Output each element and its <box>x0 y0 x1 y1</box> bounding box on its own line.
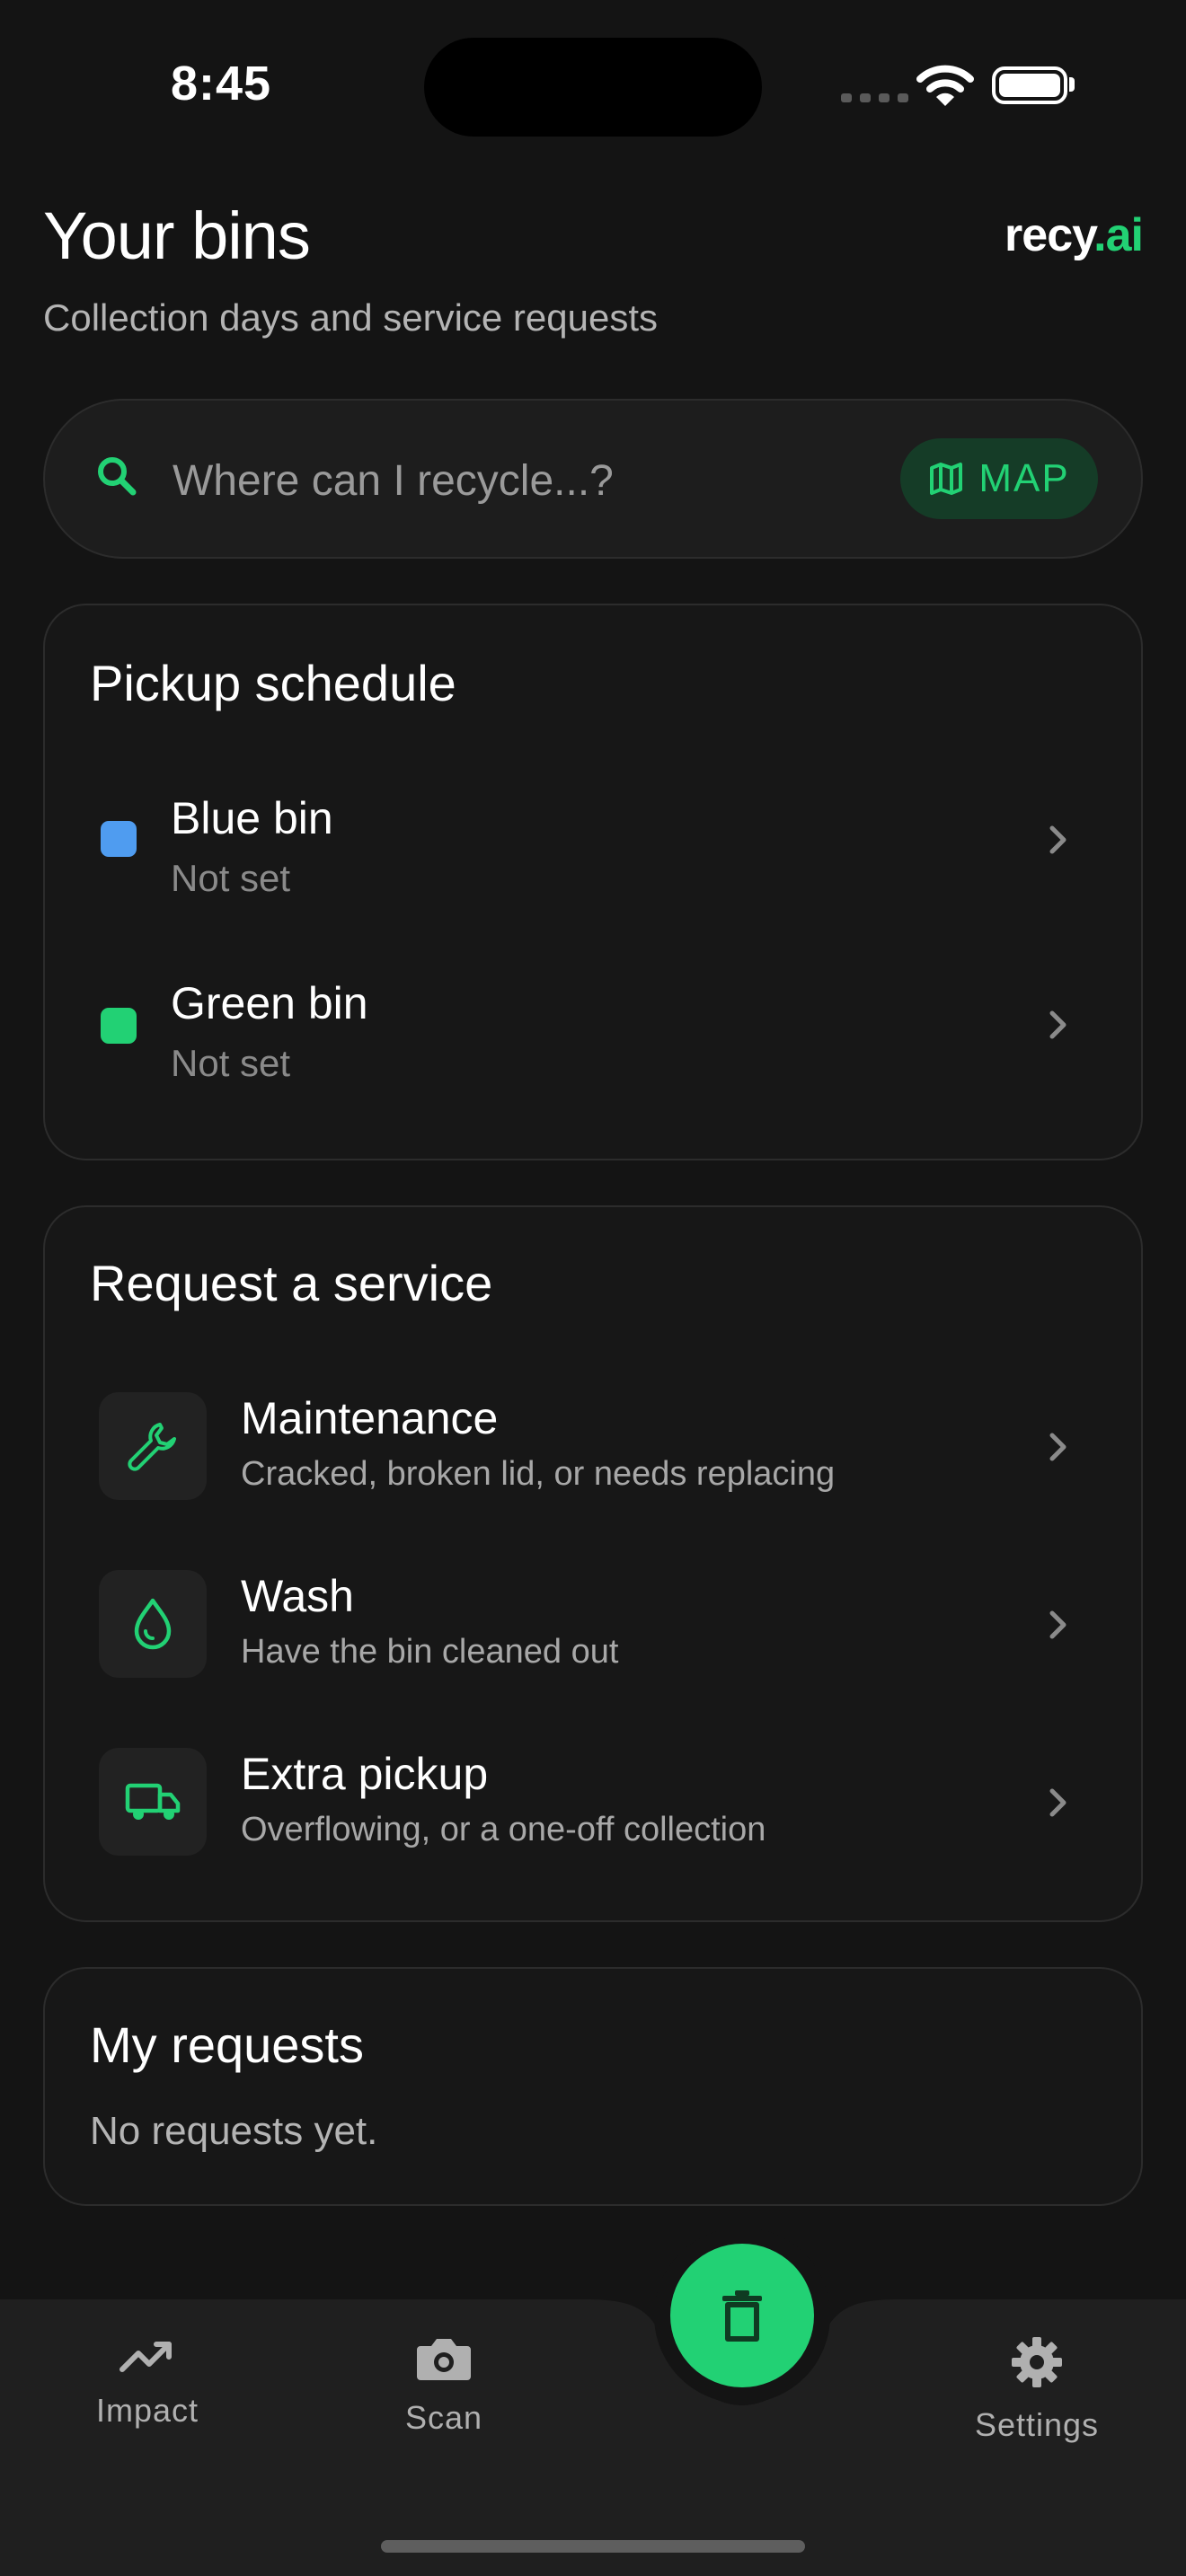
service-row-extra-pickup[interactable]: Extra pickup Overflowing, or a one-off c… <box>45 1721 1141 1883</box>
bin-row-green[interactable]: Green bin Not set <box>45 945 1141 1107</box>
page-title: Your bins <box>43 198 311 273</box>
service-description: Overflowing, or a one-off collection <box>241 1811 766 1848</box>
bin-label: Green bin <box>171 978 368 1028</box>
bin-status: Not set <box>171 857 291 899</box>
map-button-label: MAP <box>978 456 1070 500</box>
trash-icon <box>722 2290 762 2342</box>
battery-nub <box>1069 77 1075 92</box>
wifi-icon <box>916 65 974 106</box>
blue-bin-swatch <box>101 821 137 857</box>
service-description: Have the bin cleaned out <box>241 1633 619 1671</box>
service-row-wash[interactable]: Wash Have the bin cleaned out <box>45 1543 1141 1705</box>
pickup-schedule-card: Pickup schedule Blue bin Not set Green b… <box>43 604 1143 1160</box>
service-label: Extra pickup <box>241 1749 489 1799</box>
bins-tab-button[interactable] <box>670 2244 814 2387</box>
chevron-right-icon <box>1049 1788 1067 1817</box>
camera-icon <box>417 2339 471 2380</box>
nav-settings[interactable]: Settings <box>947 2335 1127 2444</box>
bin-label: Blue bin <box>171 793 333 843</box>
wrench-icon <box>99 1392 207 1500</box>
chevron-right-icon <box>1049 1433 1067 1461</box>
search-icon <box>98 457 137 496</box>
nav-impact-label: Impact <box>95 2392 199 2429</box>
dynamic-island <box>424 38 762 137</box>
bin-row-blue[interactable]: Blue bin Not set <box>45 758 1141 920</box>
logo-main: recy <box>1005 209 1094 261</box>
logo-accent: .ai <box>1093 209 1144 261</box>
pickup-schedule-title: Pickup schedule <box>90 655 456 711</box>
search-input[interactable] <box>171 437 875 525</box>
home-indicator[interactable] <box>381 2540 805 2553</box>
bin-status: Not set <box>171 1042 291 1084</box>
gear-icon <box>1012 2337 1062 2387</box>
nav-scan-label: Scan <box>404 2399 483 2436</box>
truck-icon <box>99 1748 207 1856</box>
green-bin-swatch <box>101 1008 137 1044</box>
droplet-icon <box>99 1570 207 1678</box>
request-service-card: Request a service Maintenance Cracked, b… <box>43 1205 1143 1922</box>
request-service-title: Request a service <box>90 1255 493 1311</box>
cellular-signal-icon <box>841 93 908 102</box>
nav-scan[interactable]: Scan <box>354 2333 534 2437</box>
brand-logo: recy.ai <box>1005 208 1144 262</box>
search-bar[interactable]: MAP <box>43 399 1143 559</box>
chevron-right-icon <box>1049 1010 1067 1039</box>
my-requests-empty: No requests yet. <box>90 2109 378 2153</box>
trending-up-icon <box>119 2342 172 2372</box>
battery-icon <box>992 66 1067 104</box>
chevron-right-icon <box>1049 1610 1067 1639</box>
nav-settings-label: Settings <box>974 2406 1100 2443</box>
map-icon <box>930 463 963 495</box>
status-time: 8:45 <box>171 57 272 110</box>
page-subtitle: Collection days and service requests <box>43 296 659 339</box>
service-label: Maintenance <box>241 1393 499 1443</box>
my-requests-card: My requests No requests yet. <box>43 1967 1143 2206</box>
service-description: Cracked, broken lid, or needs replacing <box>241 1455 836 1493</box>
map-button[interactable]: MAP <box>900 438 1098 519</box>
service-row-maintenance[interactable]: Maintenance Cracked, broken lid, or need… <box>45 1365 1141 1527</box>
nav-impact[interactable]: Impact <box>58 2339 237 2430</box>
chevron-right-icon <box>1049 825 1067 854</box>
my-requests-title: My requests <box>90 2016 364 2073</box>
service-label: Wash <box>241 1571 354 1621</box>
